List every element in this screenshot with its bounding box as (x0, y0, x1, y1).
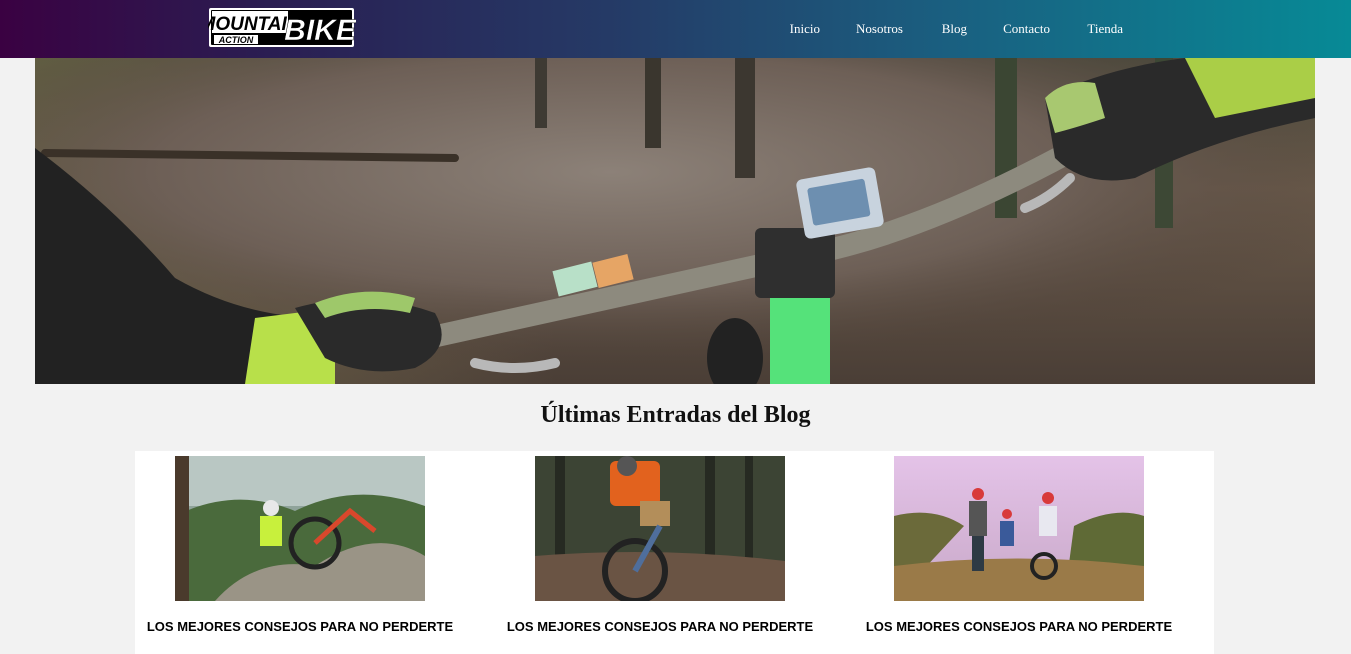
nav-link-contacto[interactable]: Contacto (1003, 21, 1050, 37)
site-logo[interactable]: MOUNTAIN BIKE ACTION (200, 6, 357, 50)
blog-post-image[interactable] (175, 456, 425, 601)
blog-post-title[interactable]: LOS MEJORES CONSEJOS PARA NO PERDERTE (135, 619, 465, 634)
blog-post-title[interactable]: LOS MEJORES CONSEJOS PARA NO PERDERTE (854, 619, 1184, 634)
blog-post-image[interactable] (535, 456, 785, 601)
nav-link-tienda[interactable]: Tienda (1087, 21, 1123, 37)
post-thumb-family-cyclists (894, 456, 1144, 601)
nav-link-inicio[interactable]: Inicio (790, 21, 820, 37)
nav-link-nosotros[interactable]: Nosotros (856, 21, 903, 37)
post-thumb-cyclist-rocks (175, 456, 425, 601)
blog-section-title: Últimas Entradas del Blog (540, 402, 811, 428)
hero-image (35, 58, 1315, 384)
nav-link-blog[interactable]: Blog (942, 21, 967, 37)
logo-graphic: MOUNTAIN BIKE ACTION (200, 8, 357, 47)
hero-handlebar-illustration (35, 58, 1315, 384)
logo-text-accent: BIKE (284, 14, 356, 47)
blog-posts-container: LOS MEJORES CONSEJOS PARA NO PERDERTE LO… (135, 451, 1214, 654)
site-header: MOUNTAIN BIKE ACTION Inicio Nosotros Blo… (0, 0, 1351, 58)
logo-text-sub: ACTION (218, 35, 254, 45)
blog-post-title[interactable]: LOS MEJORES CONSEJOS PARA NO PERDERTE (495, 619, 825, 634)
blog-post-image[interactable] (894, 456, 1144, 601)
post-thumb-cyclist-orange (535, 456, 785, 601)
